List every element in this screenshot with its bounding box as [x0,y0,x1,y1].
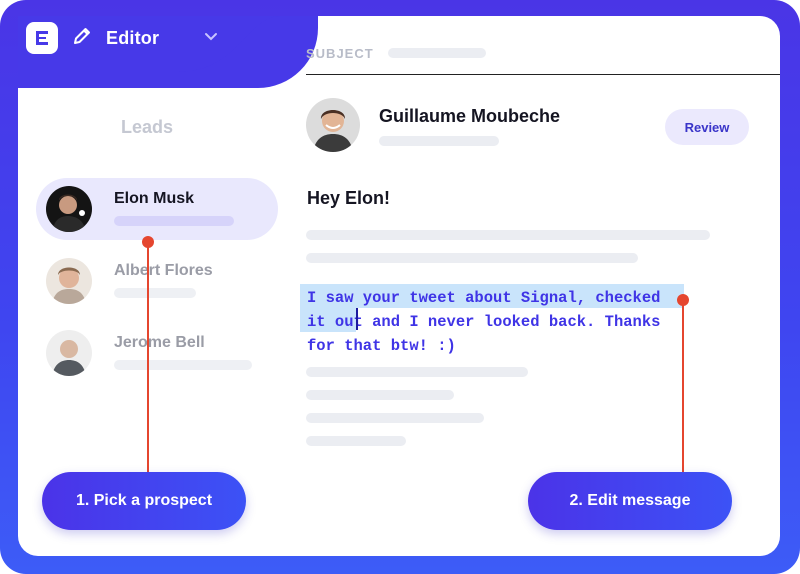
message-line: for that btw! :) [307,337,456,355]
avatar [46,258,92,304]
lead-placeholder-bar [114,288,196,298]
body-placeholder-bar [306,413,484,423]
message-line: it out and I never looked back. Thanks [307,313,661,331]
lead-placeholder-bar [114,360,252,370]
connector-line [682,300,684,474]
editor-title[interactable]: Editor [106,28,159,49]
lead-name: Jerome Bell [114,334,205,351]
email-greeting[interactable]: Hey Elon! [307,188,390,209]
lead-placeholder-bar [114,216,234,226]
body-placeholder-bar [306,390,454,400]
editor-logo-icon [26,22,58,54]
pick-prospect-button[interactable]: 1. Pick a prospect [42,472,246,530]
lead-item-jerome-bell[interactable]: Jerome Bell [36,322,278,384]
topbar: Editor [26,20,219,56]
lead-name: Albert Flores [114,262,213,279]
lead-name: Elon Musk [114,190,195,207]
body-placeholder-bar [306,436,406,446]
subject-placeholder-bar [388,48,486,58]
text-cursor [356,308,358,330]
app-frame: Editor SUBJECT Leads Elon Musk Albert Fl… [0,0,800,574]
connector-dot [142,236,154,248]
lead-item-elon-musk[interactable]: Elon Musk [36,178,278,240]
subject-field[interactable]: SUBJECT [306,44,780,75]
avatar [46,330,92,376]
connector-line [147,242,149,474]
edit-message-button[interactable]: 2. Edit message [528,472,732,530]
body-placeholder-bar [306,253,638,263]
sender-name: Guillaume Moubeche [379,106,561,126]
body-placeholder-bar [306,367,528,377]
body-placeholder-bar [306,230,710,240]
connector-dot [677,294,689,306]
sender-placeholder-bar [379,136,499,146]
avatar [46,186,92,232]
lead-item-albert-flores[interactable]: Albert Flores [36,250,278,312]
pencil-icon[interactable] [72,26,92,51]
leads-title: Leads [121,117,174,137]
sender-avatar [306,98,360,152]
review-button[interactable]: Review [665,109,749,145]
chevron-down-icon[interactable] [203,28,219,49]
email-message[interactable]: I saw your tweet about Signal, checked it… [307,286,687,358]
message-line: I saw your tweet about Signal, checked [307,289,661,307]
subject-label: SUBJECT [306,46,374,61]
